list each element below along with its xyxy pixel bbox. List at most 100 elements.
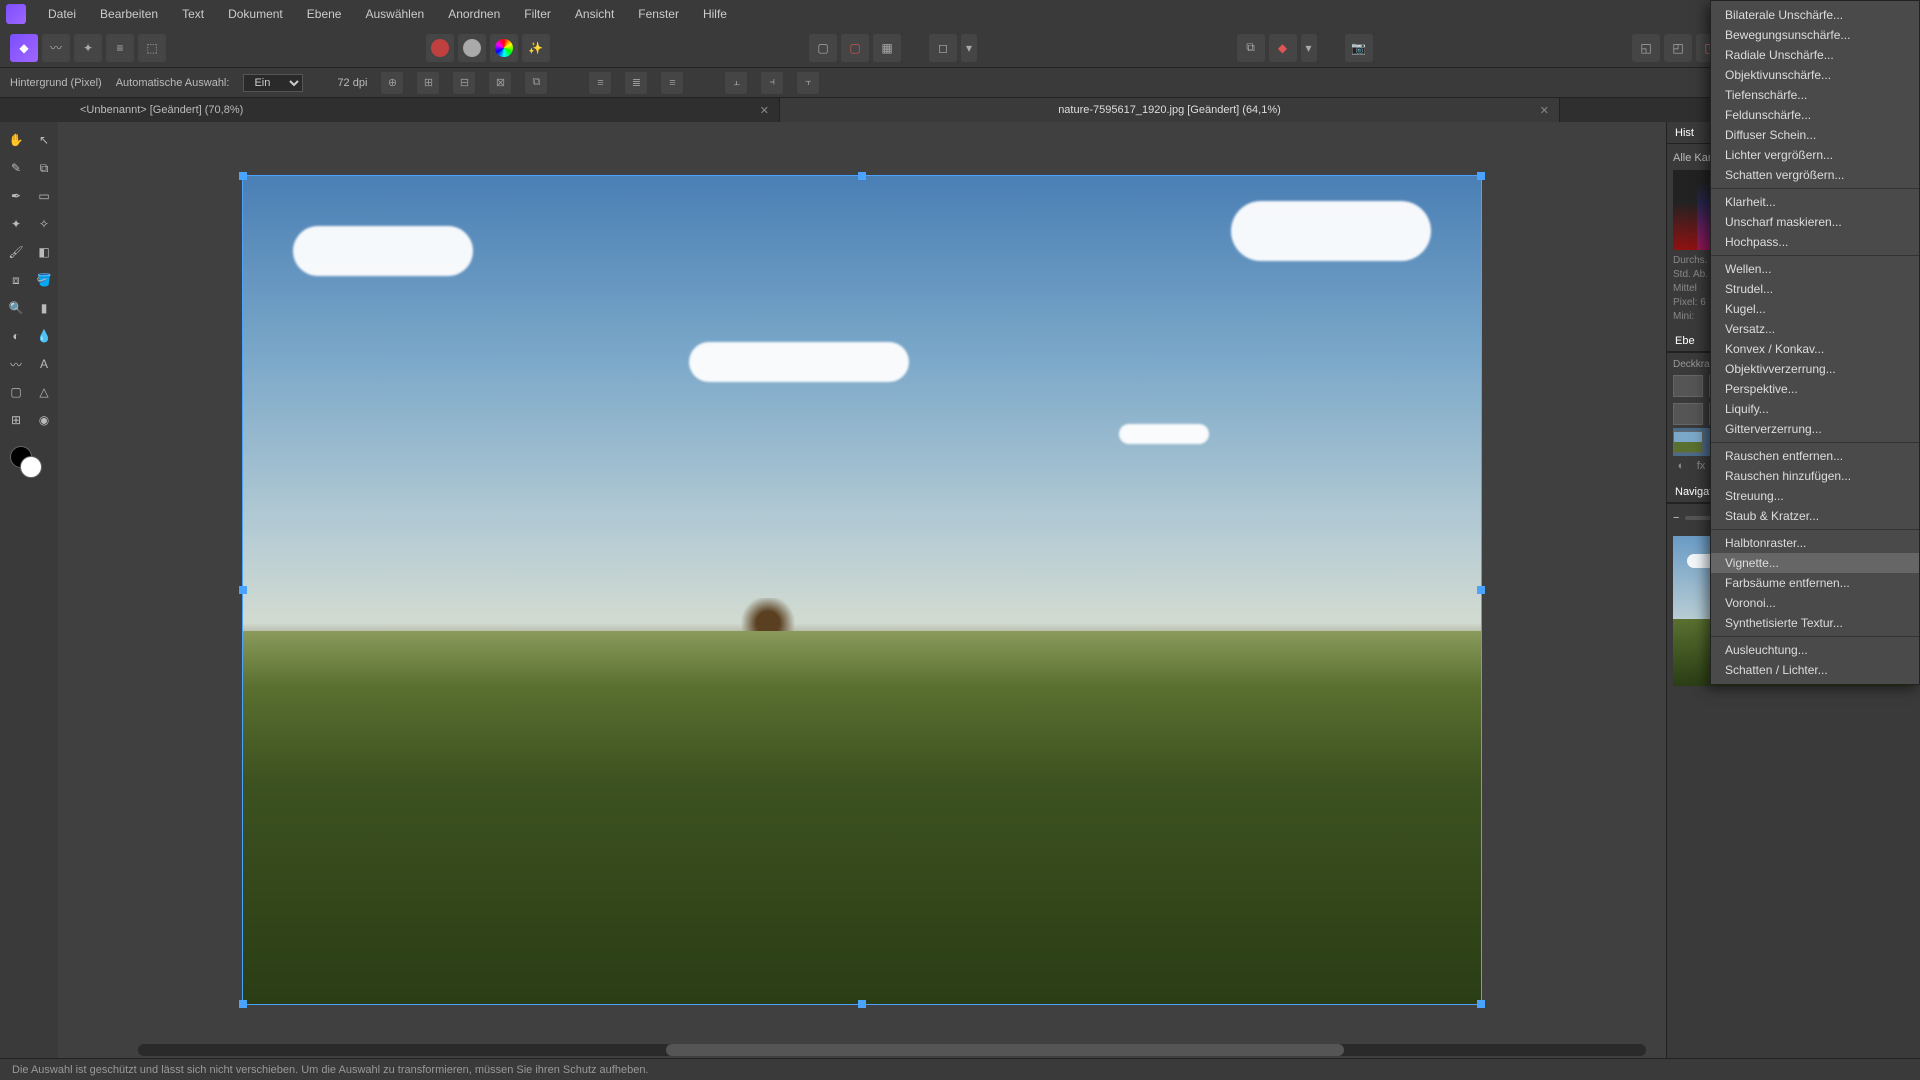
menu-text[interactable]: Text	[170, 0, 216, 28]
filter-menu-item[interactable]: Feldunschärfe...	[1711, 105, 1919, 125]
menu-anordnen[interactable]: Anordnen	[436, 0, 512, 28]
filter-menu-item[interactable]: Diffuser Schein...	[1711, 125, 1919, 145]
filter-menu-item[interactable]: Vignette...	[1711, 553, 1919, 573]
transform-5-icon[interactable]: ⧉	[525, 72, 547, 94]
align-center-icon[interactable]: ≣	[625, 72, 647, 94]
selection-handle[interactable]	[1477, 172, 1485, 180]
autolevels-icon[interactable]: ✨	[522, 34, 550, 62]
selection-cross-icon[interactable]: ▢	[841, 34, 869, 62]
filter-menu-item[interactable]: Voronoi...	[1711, 593, 1919, 613]
menu-dokument[interactable]: Dokument	[216, 0, 295, 28]
selection-handle[interactable]	[1477, 586, 1485, 594]
selection-none-icon[interactable]: ▢	[809, 34, 837, 62]
document-tab-2[interactable]: nature-7595617_1920.jpg [Geändert] (64,1…	[780, 98, 1560, 122]
flood-select-icon[interactable]: ✦	[4, 212, 28, 236]
blur-tool-icon[interactable]: 💧	[32, 324, 56, 348]
selection-handle[interactable]	[858, 172, 866, 180]
filter-menu-item[interactable]: Radiale Unschärfe...	[1711, 45, 1919, 65]
auto-select-dropdown[interactable]: Ein	[243, 74, 303, 92]
menu-hilfe[interactable]: Hilfe	[691, 0, 739, 28]
text-tool-icon[interactable]: A	[32, 352, 56, 376]
filter-menu-item[interactable]: Ausleuchtung...	[1711, 640, 1919, 660]
filter-menu-item[interactable]: Wellen...	[1711, 259, 1919, 279]
document-tab-1[interactable]: <Unbenannt> [Geändert] (70,8%) ✕	[0, 98, 780, 122]
distribute-1-icon[interactable]: ⫠	[725, 72, 747, 94]
selection-handle[interactable]	[1477, 1000, 1485, 1008]
transform-2-icon[interactable]: ⊞	[417, 72, 439, 94]
swatch-rainbow-icon[interactable]	[490, 34, 518, 62]
menu-fenster[interactable]: Fenster	[626, 0, 691, 28]
menu-ebene[interactable]: Ebene	[295, 0, 354, 28]
erase-tool-icon[interactable]: ◧	[32, 240, 56, 264]
filter-menu-item[interactable]: Halbtonraster...	[1711, 533, 1919, 553]
filter-menu-item[interactable]: Lichter vergrößern...	[1711, 145, 1919, 165]
dodge-tool-icon[interactable]: ◐	[4, 324, 28, 348]
swatch-red-icon[interactable]	[426, 34, 454, 62]
paint-brush-icon[interactable]: 🖌	[4, 240, 28, 264]
filter-menu-item[interactable]: Kugel...	[1711, 299, 1919, 319]
filter-menu-item[interactable]: Schatten / Lichter...	[1711, 660, 1919, 680]
filter-menu-item[interactable]: Streuung...	[1711, 486, 1919, 506]
vector-tool-icon[interactable]: △	[32, 380, 56, 404]
close-icon[interactable]: ✕	[760, 104, 769, 117]
close-icon[interactable]: ✕	[1540, 104, 1549, 117]
distribute-2-icon[interactable]: ⫞	[761, 72, 783, 94]
align-right-icon[interactable]: ≡	[661, 72, 683, 94]
filter-menu-item[interactable]: Klarheit...	[1711, 192, 1919, 212]
transform-4-icon[interactable]: ⊠	[489, 72, 511, 94]
filter-menu-item[interactable]: Liquify...	[1711, 399, 1919, 419]
menu-auswaehlen[interactable]: Auswählen	[353, 0, 436, 28]
add-fx-icon[interactable]: fx	[1693, 460, 1709, 473]
selection-handle[interactable]	[858, 1000, 866, 1008]
order-backward-icon[interactable]: ◰	[1664, 34, 1692, 62]
brush-select-icon[interactable]: ✧	[32, 212, 56, 236]
filter-menu-item[interactable]: Bewegungsunschärfe...	[1711, 25, 1919, 45]
dropdown-icon[interactable]: ▾	[961, 34, 977, 62]
gradient-tool-icon[interactable]: ▮	[32, 296, 56, 320]
link-icon[interactable]: ◆	[1269, 34, 1297, 62]
transform-1-icon[interactable]: ⊕	[381, 72, 403, 94]
filter-menu-item[interactable]: Rauschen entfernen...	[1711, 446, 1919, 466]
camera-icon[interactable]: 📷	[1345, 34, 1373, 62]
document-image[interactable]	[242, 175, 1482, 1005]
filter-menu-item[interactable]: Schatten vergrößern...	[1711, 165, 1919, 185]
filter-menu-item[interactable]: Farbsäume entfernen...	[1711, 573, 1919, 593]
menu-filter[interactable]: Filter	[512, 0, 563, 28]
zoom-tool-icon[interactable]: 🔍	[4, 296, 28, 320]
selection-grid-icon[interactable]: ▦	[873, 34, 901, 62]
eyedropper-icon[interactable]: ◉	[32, 408, 56, 432]
dropdown2-icon[interactable]: ▾	[1301, 34, 1317, 62]
swatch-grey-icon[interactable]	[458, 34, 486, 62]
add-adjustment-icon[interactable]: ◐	[1673, 460, 1689, 473]
filter-menu-item[interactable]: Rauschen hinzufügen...	[1711, 466, 1919, 486]
node-tool-icon[interactable]: ✎	[4, 156, 28, 180]
filter-menu-item[interactable]: Staub & Kratzer...	[1711, 506, 1919, 526]
canvas-viewport[interactable]	[58, 122, 1666, 1058]
liquify-persona-icon[interactable]: 〰	[42, 34, 70, 62]
horizontal-scrollbar[interactable]	[138, 1044, 1646, 1056]
mesh-tool-icon[interactable]: ⊞	[4, 408, 28, 432]
fill-tool-icon[interactable]: 🪣	[32, 268, 56, 292]
pen-tool-icon[interactable]: ✒	[4, 184, 28, 208]
filter-menu-item[interactable]: Objektivverzerrung...	[1711, 359, 1919, 379]
tone-map-persona-icon[interactable]: ≡	[106, 34, 134, 62]
menu-ansicht[interactable]: Ansicht	[563, 0, 626, 28]
align-left-icon[interactable]: ≡	[589, 72, 611, 94]
foreground-color-well[interactable]	[20, 456, 42, 478]
filter-menu-item[interactable]: Perspektive...	[1711, 379, 1919, 399]
develop-persona-icon[interactable]: ✦	[74, 34, 102, 62]
filter-menu-item[interactable]: Gitterverzerrung...	[1711, 419, 1919, 439]
order-back-icon[interactable]: ◱	[1632, 34, 1660, 62]
quicklook-icon[interactable]: ◻	[929, 34, 957, 62]
filter-menu-item[interactable]: Hochpass...	[1711, 232, 1919, 252]
clone-tool-icon[interactable]: ⧈	[4, 268, 28, 292]
hand-tool-icon[interactable]: ✋	[4, 128, 28, 152]
menu-datei[interactable]: Datei	[36, 0, 88, 28]
menu-bearbeiten[interactable]: Bearbeiten	[88, 0, 170, 28]
selection-handle[interactable]	[239, 586, 247, 594]
filter-menu-item[interactable]: Versatz...	[1711, 319, 1919, 339]
photo-persona-icon[interactable]: ◆	[10, 34, 38, 62]
filter-menu-item[interactable]: Bilaterale Unschärfe...	[1711, 5, 1919, 25]
color-wells[interactable]	[4, 442, 56, 482]
selection-handle[interactable]	[239, 1000, 247, 1008]
